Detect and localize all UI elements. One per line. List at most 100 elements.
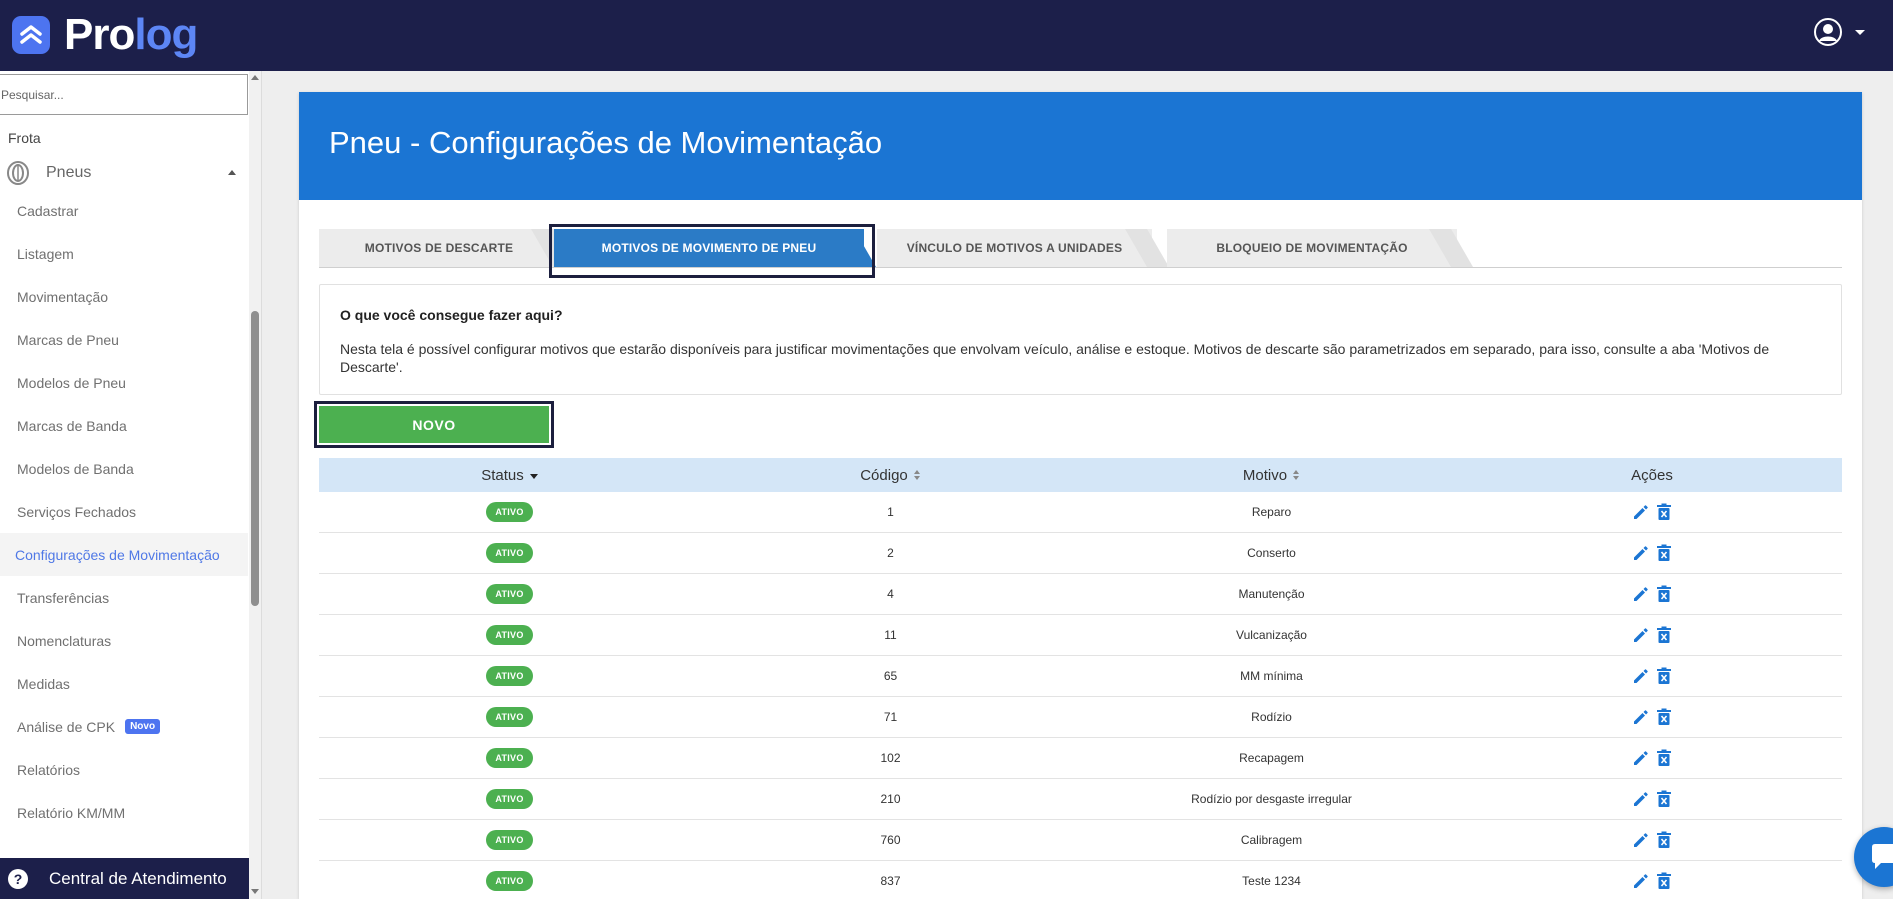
- edit-icon[interactable]: [1632, 708, 1650, 726]
- column-header-status[interactable]: Status: [319, 458, 700, 492]
- user-menu[interactable]: [1813, 17, 1865, 47]
- sidebar-scrollbar-thumb[interactable]: [251, 311, 259, 606]
- table-row: ATIVO 1 Reparo: [319, 492, 1842, 533]
- sidebar-item-relatorio-km-mm[interactable]: Relatório KM/MM: [0, 791, 248, 834]
- code-cell: 65: [883, 669, 898, 683]
- sidebar: Frota Pneus Cadastrar Listagem Movimenta…: [0, 71, 262, 899]
- status-badge: ATIVO: [486, 748, 533, 768]
- edit-icon[interactable]: [1632, 667, 1650, 685]
- column-header-motivo[interactable]: Motivo: [1081, 458, 1462, 492]
- sidebar-item-modelos-de-pneu[interactable]: Modelos de Pneu: [0, 361, 248, 404]
- sidebar-item-movimentacao[interactable]: Movimentação: [0, 275, 248, 318]
- search-input[interactable]: [0, 75, 247, 114]
- sidebar-item-analise-de-cpk[interactable]: Análise de CPK Novo: [0, 705, 248, 748]
- scroll-up-icon[interactable]: [251, 75, 259, 80]
- sidebar-item-cadastrar[interactable]: Cadastrar: [0, 189, 248, 232]
- help-icon: ?: [8, 868, 28, 889]
- code-cell: 837: [880, 874, 901, 888]
- new-badge: Novo: [125, 719, 161, 734]
- code-cell: 760: [880, 833, 901, 847]
- sidebar-group-label: Pneus: [46, 164, 92, 181]
- code-cell: 1: [887, 505, 894, 519]
- status-badge: ATIVO: [486, 830, 533, 850]
- help-center-button[interactable]: ? Central de Atendimento: [0, 858, 249, 899]
- delete-icon[interactable]: [1656, 626, 1672, 644]
- edit-icon[interactable]: [1632, 544, 1650, 562]
- table-row: ATIVO 760 Calibragem: [319, 820, 1842, 861]
- chevron-down-icon: [1855, 29, 1865, 35]
- page-title: Pneu - Configurações de Movimentação: [329, 125, 883, 160]
- sidebar-group-pneus[interactable]: Pneus: [6, 161, 236, 185]
- edit-icon[interactable]: [1632, 831, 1650, 849]
- status-badge: ATIVO: [486, 502, 533, 522]
- delete-icon[interactable]: [1656, 790, 1672, 808]
- delete-icon[interactable]: [1656, 667, 1672, 685]
- edit-icon[interactable]: [1632, 503, 1650, 521]
- code-cell: 210: [880, 792, 901, 806]
- tab-bloqueio-de-movimentacao[interactable]: BLOQUEIO DE MOVIMENTAÇÃO: [1167, 229, 1457, 267]
- tab-vinculo-de-motivos-a-unidades[interactable]: VÍNCULO DE MOTIVOS A UNIDADES: [877, 229, 1152, 267]
- sidebar-item-nomenclaturas[interactable]: Nomenclaturas: [0, 619, 248, 662]
- actions-cell: [1462, 738, 1842, 778]
- scroll-down-icon[interactable]: [251, 889, 259, 894]
- reason-cell: Rodízio por desgaste irregular: [1191, 792, 1352, 806]
- actions-cell: [1462, 615, 1842, 655]
- actions-cell: [1462, 779, 1842, 819]
- edit-icon[interactable]: [1632, 626, 1650, 644]
- info-title: O que você consegue fazer aqui?: [340, 307, 563, 323]
- tab-highlight-outline: [549, 224, 875, 278]
- status-badge: ATIVO: [486, 625, 533, 645]
- reason-cell: Manutenção: [1238, 587, 1305, 601]
- edit-icon[interactable]: [1632, 585, 1650, 603]
- status-badge: ATIVO: [486, 789, 533, 809]
- logo-text: Prolog: [64, 10, 198, 59]
- column-header-codigo[interactable]: Código: [700, 458, 1081, 492]
- edit-icon[interactable]: [1632, 872, 1650, 890]
- prolog-logo[interactable]: Prolog: [12, 10, 198, 60]
- help-center-label: Central de Atendimento: [49, 868, 227, 888]
- table-row: ATIVO 71 Rodízio: [319, 697, 1842, 738]
- tab-motivos-de-descarte[interactable]: MOTIVOS DE DESCARTE: [319, 229, 559, 267]
- delete-icon[interactable]: [1656, 872, 1672, 890]
- table-row: ATIVO 837 Teste 1234: [319, 861, 1842, 899]
- code-cell: 11: [884, 628, 897, 642]
- actions-cell: [1462, 533, 1842, 573]
- status-badge: ATIVO: [486, 871, 533, 891]
- sidebar-item-marcas-de-banda[interactable]: Marcas de Banda: [0, 404, 248, 447]
- table-row: ATIVO 102 Recapagem: [319, 738, 1842, 779]
- status-cell: ATIVO: [319, 492, 700, 532]
- page-header: Pneu - Configurações de Movimentação: [299, 92, 1862, 200]
- table-row: ATIVO 65 MM mínima: [319, 656, 1842, 697]
- sidebar-item-medidas[interactable]: Medidas: [0, 662, 248, 705]
- sidebar-search[interactable]: [0, 74, 248, 115]
- reason-cell: Rodízio: [1251, 710, 1292, 724]
- delete-icon[interactable]: [1656, 544, 1672, 562]
- sidebar-item-marcas-de-pneu[interactable]: Marcas de Pneu: [0, 318, 248, 361]
- reason-cell: Vulcanização: [1236, 628, 1307, 642]
- edit-icon[interactable]: [1632, 790, 1650, 808]
- reason-cell: Reparo: [1251, 505, 1292, 519]
- top-bar: Prolog: [0, 0, 1893, 71]
- delete-icon[interactable]: [1656, 585, 1672, 603]
- sidebar-item-servicos-fechados[interactable]: Serviços Fechados: [0, 490, 248, 533]
- main-card: Pneu - Configurações de Movimentação MOT…: [299, 92, 1862, 899]
- new-button[interactable]: NOVO: [319, 406, 549, 443]
- sidebar-section-frota: Frota: [8, 130, 41, 146]
- delete-icon[interactable]: [1656, 749, 1672, 767]
- sidebar-item-relatorios[interactable]: Relatórios: [0, 748, 248, 791]
- chat-icon: [1872, 844, 1893, 869]
- reason-cell: MM mínima: [1240, 669, 1303, 683]
- reason-cell: Teste 1234: [1242, 874, 1301, 888]
- code-cell: 4: [887, 587, 894, 601]
- status-cell: ATIVO: [319, 820, 700, 860]
- code-cell: 102: [880, 751, 901, 765]
- delete-icon[interactable]: [1656, 708, 1672, 726]
- delete-icon[interactable]: [1656, 503, 1672, 521]
- status-cell: ATIVO: [319, 533, 700, 573]
- sidebar-item-transferencias[interactable]: Transferências: [0, 576, 248, 619]
- sidebar-item-configuracoes-de-movimentacao[interactable]: Configurações de Movimentação: [0, 533, 248, 576]
- delete-icon[interactable]: [1656, 831, 1672, 849]
- edit-icon[interactable]: [1632, 749, 1650, 767]
- sidebar-item-listagem[interactable]: Listagem: [0, 232, 248, 275]
- sidebar-item-modelos-de-banda[interactable]: Modelos de Banda: [0, 447, 248, 490]
